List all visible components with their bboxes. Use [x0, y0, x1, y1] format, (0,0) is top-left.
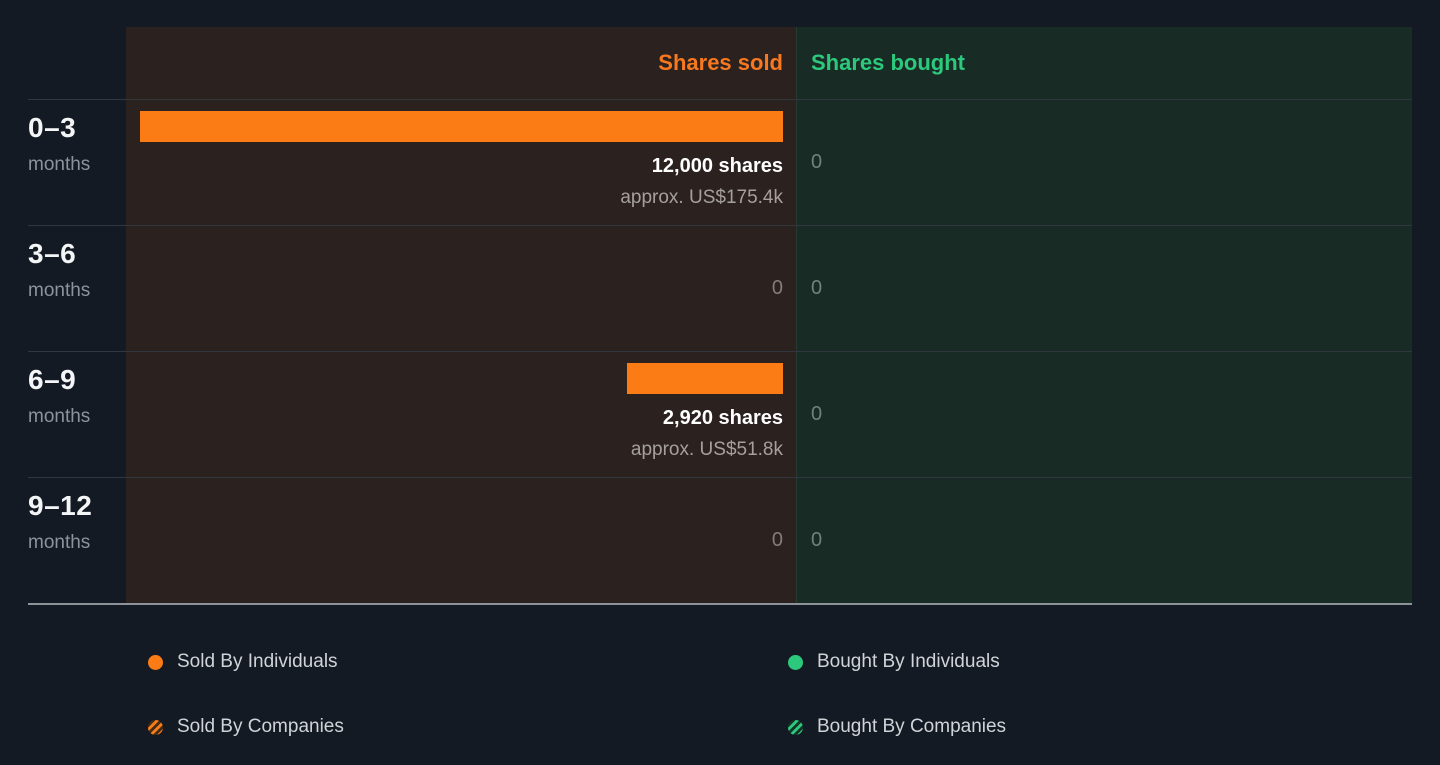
period-label: 3–6 months	[28, 226, 126, 351]
chart-legend: Sold By Individuals Bought By Individual…	[148, 651, 1006, 738]
period-unit: months	[28, 399, 126, 435]
sold-cell: 12,000 shares approx. US$175.4k	[126, 100, 796, 225]
period-label: 9–12 months	[28, 478, 126, 603]
legend-label: Bought By Companies	[817, 716, 1006, 738]
insider-transactions-chart: Shares sold Shares bought 0–3 months 12,…	[28, 27, 1412, 605]
sold-shares-value: 12,000 shares	[652, 155, 783, 177]
period-range: 0–3	[28, 109, 126, 147]
period-range: 6–9	[28, 361, 126, 399]
bought-companies-swatch-icon	[788, 720, 803, 735]
bought-cell: 0	[796, 226, 1412, 351]
period-unit: months	[28, 525, 126, 561]
bought-shares-value: 0	[811, 403, 822, 426]
header-spacer	[28, 27, 126, 99]
period-unit: months	[28, 273, 126, 309]
legend-label: Sold By Individuals	[177, 651, 338, 673]
shares-sold-column-header: Shares sold	[126, 27, 796, 99]
legend-item-bought-by-individuals[interactable]: Bought By Individuals	[788, 651, 1006, 673]
sold-bar[interactable]	[140, 111, 783, 142]
chart-header-row: Shares sold Shares bought	[28, 27, 1412, 99]
period-range: 9–12	[28, 487, 126, 525]
sold-individuals-swatch-icon	[148, 655, 163, 670]
sold-bar[interactable]	[627, 363, 783, 394]
bought-shares-value: 0	[811, 529, 822, 552]
bought-cell: 0	[796, 100, 1412, 225]
legend-item-sold-by-individuals[interactable]: Sold By Individuals	[148, 651, 788, 673]
table-row-3-6-months: 3–6 months 0 0	[28, 225, 1412, 351]
sold-companies-swatch-icon	[148, 720, 163, 735]
legend-label: Sold By Companies	[177, 716, 344, 738]
bought-shares-value: 0	[811, 151, 822, 174]
sold-cell: 2,920 shares approx. US$51.8k	[126, 352, 796, 477]
table-row-0-3-months: 0–3 months 12,000 shares approx. US$175.…	[28, 99, 1412, 225]
shares-bought-column-header: Shares bought	[796, 27, 1412, 99]
period-label: 0–3 months	[28, 100, 126, 225]
sold-approx-value: approx. US$175.4k	[620, 187, 783, 209]
table-row-6-9-months: 6–9 months 2,920 shares approx. US$51.8k…	[28, 351, 1412, 477]
sold-shares-value: 2,920 shares	[663, 407, 783, 429]
legend-item-bought-by-companies[interactable]: Bought By Companies	[788, 716, 1006, 738]
legend-label: Bought By Individuals	[817, 651, 1000, 673]
period-range: 3–6	[28, 235, 126, 273]
sold-shares-value: 0	[772, 277, 783, 300]
bought-shares-value: 0	[811, 277, 822, 300]
period-label: 6–9 months	[28, 352, 126, 477]
sold-approx-value: approx. US$51.8k	[631, 439, 783, 461]
sold-shares-value: 0	[772, 529, 783, 552]
table-row-9-12-months: 9–12 months 0 0	[28, 477, 1412, 603]
sold-cell: 0	[126, 478, 796, 603]
sold-cell: 0	[126, 226, 796, 351]
bought-cell: 0	[796, 352, 1412, 477]
bought-cell: 0	[796, 478, 1412, 603]
period-unit: months	[28, 147, 126, 183]
bought-individuals-swatch-icon	[788, 655, 803, 670]
legend-item-sold-by-companies[interactable]: Sold By Companies	[148, 716, 788, 738]
